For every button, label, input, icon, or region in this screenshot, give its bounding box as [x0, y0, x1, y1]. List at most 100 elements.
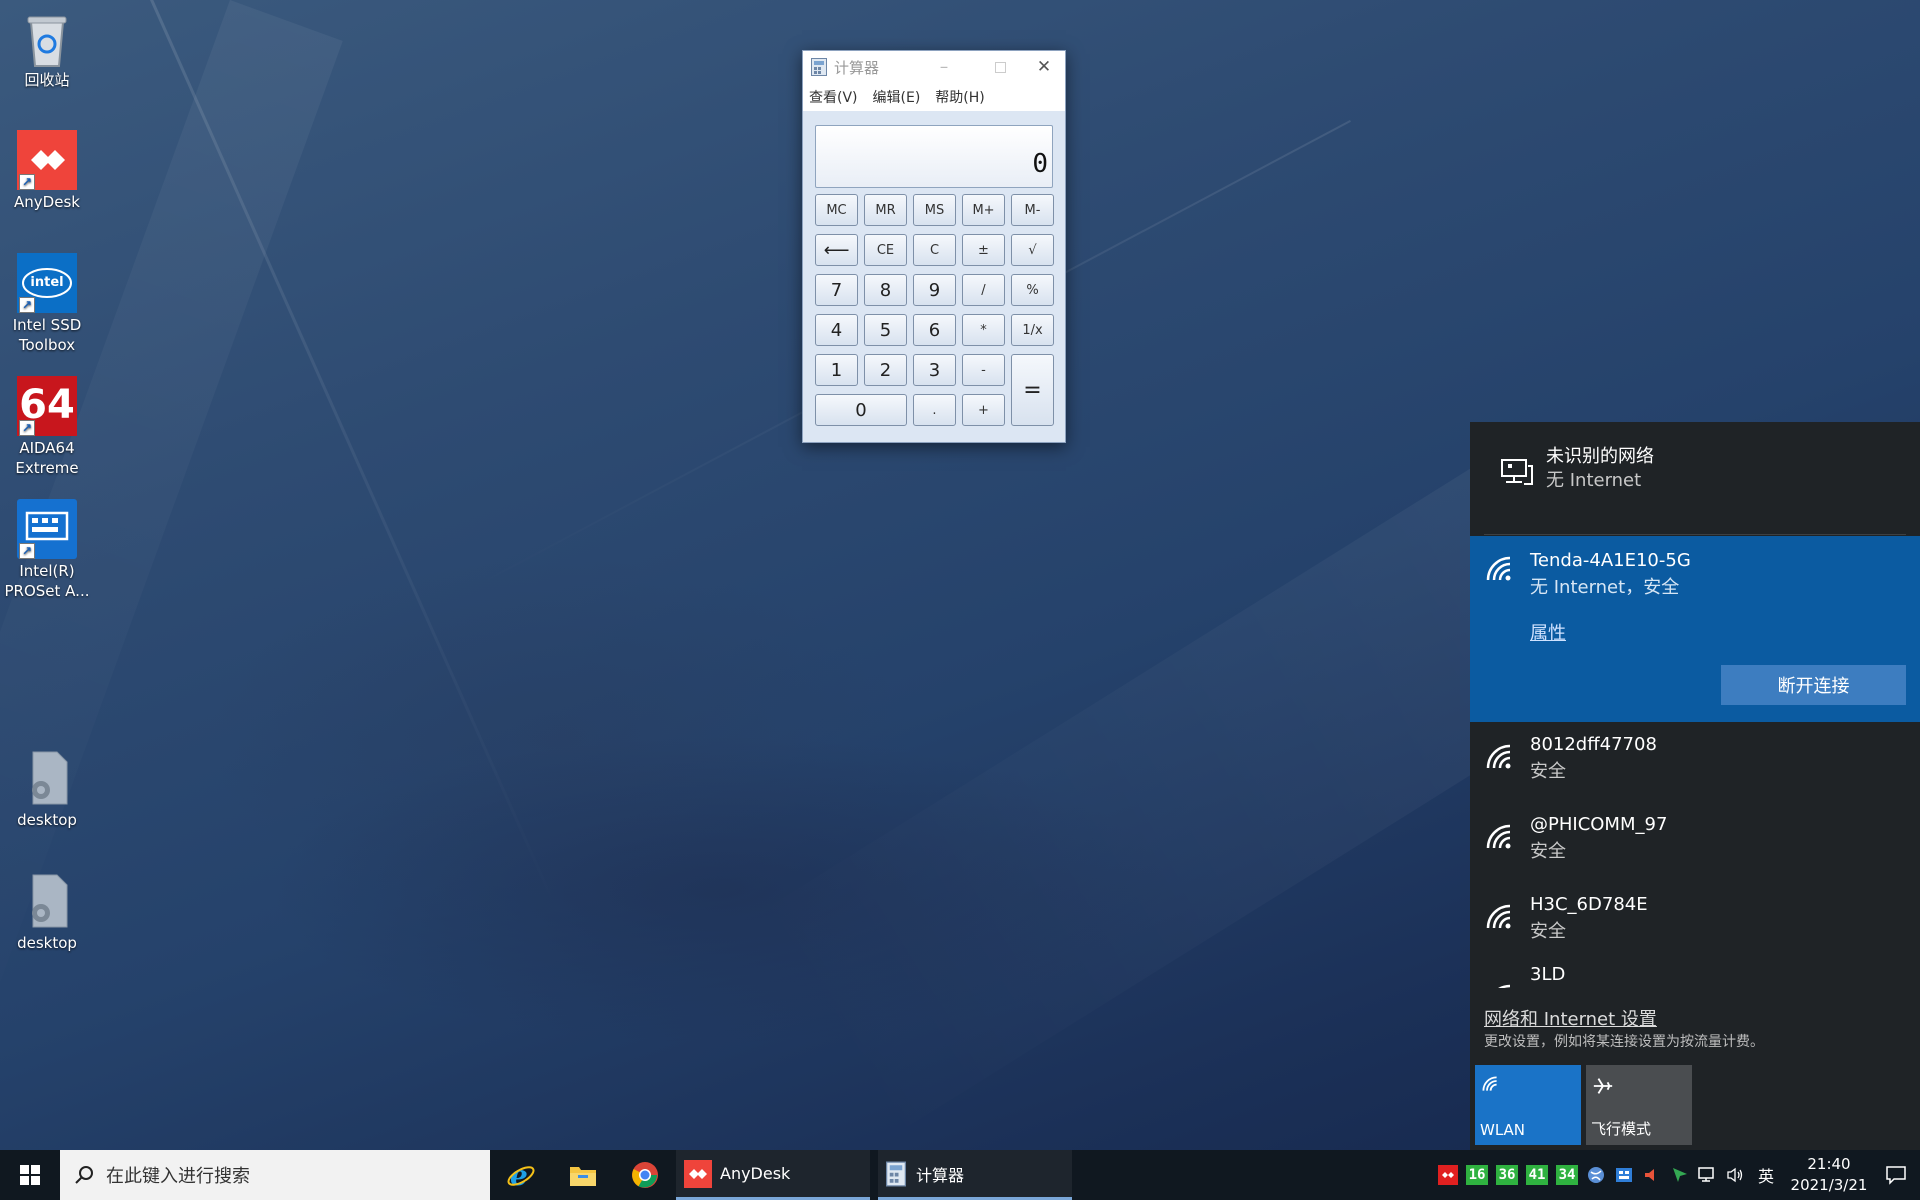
arrow-tray-icon[interactable]	[1670, 1165, 1690, 1185]
key-divide[interactable]: /	[962, 274, 1005, 306]
desktop-icon-anydesk[interactable]: ↗ AnyDesk	[0, 130, 94, 212]
key-mc[interactable]: MC	[815, 194, 858, 226]
key-c[interactable]: C	[913, 234, 956, 266]
tray-sensor-1[interactable]: 16	[1466, 1165, 1488, 1185]
folder-icon	[570, 1167, 596, 1186]
desktop-icon-desktop-1[interactable]: desktop	[0, 748, 94, 830]
airplane-mode-toggle[interactable]: 飞行模式	[1586, 1065, 1692, 1145]
search-placeholder: 在此键入进行搜索	[106, 1166, 250, 1187]
network-adapter-tray-icon[interactable]	[1614, 1165, 1634, 1185]
search-icon	[75, 1166, 93, 1184]
network-settings-link[interactable]: 网络和 Internet 设置	[1484, 1005, 1657, 1031]
tray-sensor-2[interactable]: 36	[1496, 1165, 1518, 1185]
ime-indicator[interactable]: 英	[1754, 1165, 1778, 1186]
desktop-icon-label: AIDA64 Extreme	[15, 439, 79, 477]
calculator-window[interactable]: 计算器 – ✕ 查看(V) 编辑(E) 帮助(H) 0 MC MR MS M+ …	[802, 50, 1066, 443]
key-add[interactable]: +	[962, 394, 1005, 426]
menu-help[interactable]: 帮助(H)	[935, 87, 984, 107]
key-8[interactable]: 8	[864, 274, 907, 306]
notification-icon	[1886, 1166, 1906, 1185]
desktop-icon-label: desktop	[17, 934, 77, 952]
tray-sensor-4[interactable]: 34	[1556, 1165, 1578, 1185]
key-backspace[interactable]: ⟵	[815, 234, 858, 266]
key-m-minus[interactable]: M-	[1011, 194, 1054, 226]
tray-sensor-3[interactable]: 41	[1526, 1165, 1548, 1185]
action-center-button[interactable]	[1872, 1150, 1920, 1200]
anydesk-tray-icon[interactable]	[1438, 1165, 1458, 1185]
key-sqrt[interactable]: √	[1011, 234, 1054, 266]
key-4[interactable]: 4	[815, 314, 858, 346]
taskbar-app-anydesk[interactable]: AnyDesk	[676, 1150, 870, 1200]
key-7[interactable]: 7	[815, 274, 858, 306]
wired-network-item[interactable]: 未识别的网络 无 Internet	[1484, 422, 1906, 535]
calculator-titlebar[interactable]: 计算器 – ✕	[803, 51, 1065, 83]
taskbar-ie-button[interactable]: e	[490, 1150, 552, 1200]
disconnect-button[interactable]: 断开连接	[1721, 665, 1906, 705]
wired-network-name: 未识别的网络	[1546, 446, 1654, 467]
wlan-toggle[interactable]: WLAN	[1475, 1065, 1581, 1145]
calculator-icon	[886, 1161, 906, 1186]
desktop-icon-label: desktop	[17, 811, 77, 829]
proset-icon: ↗	[17, 499, 77, 559]
key-decimal[interactable]: .	[913, 394, 956, 426]
desktop-icon-intel-ssd-toolbox[interactable]: intel ↗ Intel SSD Toolbox	[0, 253, 94, 355]
start-button[interactable]	[0, 1150, 60, 1200]
clock-date: 2021/3/21	[1790, 1176, 1868, 1194]
wired-network-status: 无 Internet	[1546, 470, 1642, 491]
calculator-menubar: 查看(V) 编辑(E) 帮助(H)	[803, 83, 1065, 111]
taskbar: 在此键入进行搜索 e AnyDesk 计算器 16 36 41 34 英 21:…	[0, 1150, 1920, 1200]
desktop-icon-recycle-bin[interactable]: 回收站	[0, 8, 94, 90]
key-subtract[interactable]: -	[962, 354, 1005, 386]
key-ce[interactable]: CE	[864, 234, 907, 266]
key-percent[interactable]: %	[1011, 274, 1054, 306]
key-m-plus[interactable]: M+	[962, 194, 1005, 226]
key-plus-minus[interactable]: ±	[962, 234, 1005, 266]
taskbar-clock[interactable]: 21:40 2021/3/21	[1786, 1154, 1872, 1196]
key-9[interactable]: 9	[913, 274, 956, 306]
desktop-icon-label: AnyDesk	[14, 193, 80, 211]
close-button[interactable]: ✕	[1021, 51, 1067, 83]
chrome-icon	[632, 1162, 658, 1188]
key-0[interactable]: 0	[815, 394, 907, 426]
taskbar-app-calculator[interactable]: 计算器	[878, 1150, 1072, 1200]
network-list-item[interactable]: H3C_6D784E 安全	[1470, 882, 1920, 962]
minimize-button[interactable]: –	[921, 51, 967, 83]
key-ms[interactable]: MS	[913, 194, 956, 226]
anydesk-icon	[684, 1159, 712, 1188]
connected-network-item[interactable]: Tenda-4A1E10-5G 无 Internet，安全 属性 断开连接	[1470, 536, 1920, 722]
desktop-icon-desktop-2[interactable]: desktop	[0, 871, 94, 953]
key-6[interactable]: 6	[913, 314, 956, 346]
properties-link[interactable]: 属性	[1530, 619, 1566, 645]
menu-edit[interactable]: 编辑(E)	[873, 87, 921, 107]
globe-tray-icon[interactable]	[1586, 1165, 1606, 1185]
taskbar-chrome-button[interactable]	[614, 1150, 676, 1200]
menu-view[interactable]: 查看(V)	[809, 87, 858, 107]
calculator-display: 0	[815, 125, 1053, 188]
anydesk-icon: ↗	[17, 130, 77, 190]
audio-alert-tray-icon[interactable]	[1642, 1165, 1662, 1185]
desktop-icon-intel-proset[interactable]: ↗ Intel(R) PROSet A...	[0, 499, 94, 601]
key-1[interactable]: 1	[815, 354, 858, 386]
wifi-icon	[1486, 744, 1511, 769]
network-list-item[interactable]: 3LD	[1470, 962, 1920, 988]
key-5[interactable]: 5	[864, 314, 907, 346]
volume-icon[interactable]	[1726, 1165, 1746, 1185]
shortcut-arrow-icon: ↗	[19, 297, 35, 313]
taskbar-explorer-button[interactable]	[552, 1150, 614, 1200]
network-status: 安全	[1530, 841, 1566, 862]
network-tray-icon[interactable]	[1698, 1165, 1718, 1185]
wifi-icon	[1482, 1076, 1497, 1091]
network-list-item[interactable]: 8012dff47708 安全	[1470, 722, 1920, 802]
key-3[interactable]: 3	[913, 354, 956, 386]
key-equals[interactable]: =	[1011, 354, 1054, 426]
taskbar-search-box[interactable]: 在此键入进行搜索	[60, 1150, 490, 1200]
key-2[interactable]: 2	[864, 354, 907, 386]
recycle-bin-icon	[17, 8, 77, 68]
desktop-icon-aida64[interactable]: 64 ↗ AIDA64 Extreme	[0, 376, 94, 478]
desktop-icon-label: 回收站	[24, 71, 70, 89]
maximize-button[interactable]	[977, 51, 1023, 83]
key-mr[interactable]: MR	[864, 194, 907, 226]
key-multiply[interactable]: *	[962, 314, 1005, 346]
key-reciprocal[interactable]: 1/x	[1011, 314, 1054, 346]
network-list-item[interactable]: @PHICOMM_97 安全	[1470, 802, 1920, 882]
